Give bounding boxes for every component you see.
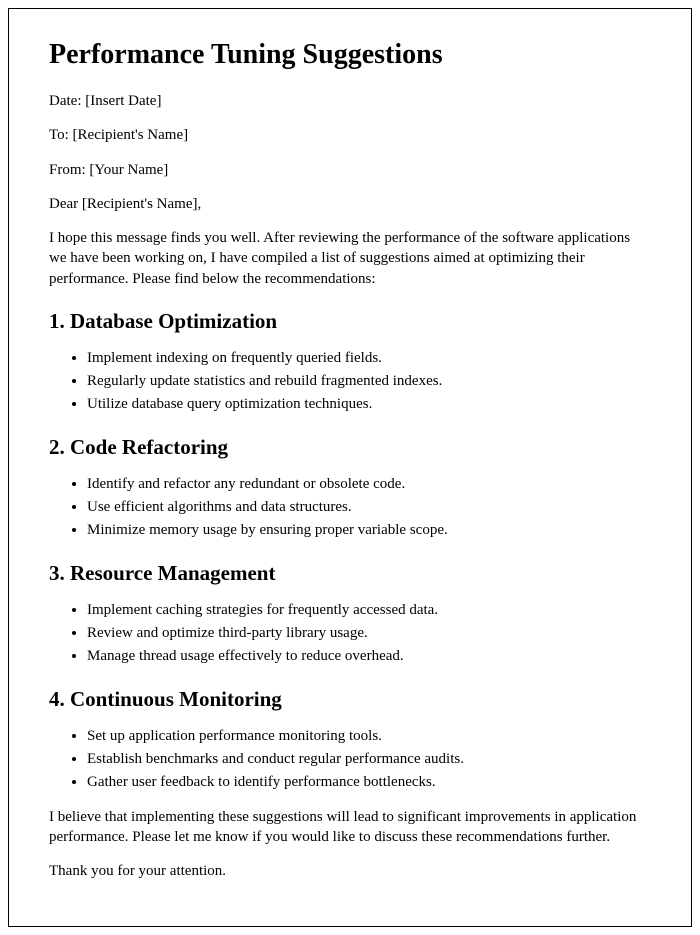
from-line: From: [Your Name]	[49, 160, 651, 180]
list-item: Utilize database query optimization tech…	[87, 394, 651, 415]
section-list: Implement indexing on frequently queried…	[87, 348, 651, 415]
list-item: Use efficient algorithms and data struct…	[87, 497, 651, 518]
list-item: Implement caching strategies for frequen…	[87, 600, 651, 621]
section-heading: 4. Continuous Monitoring	[49, 687, 651, 712]
list-item: Establish benchmarks and conduct regular…	[87, 749, 651, 770]
section-list: Set up application performance monitorin…	[87, 726, 651, 793]
section-heading: 3. Resource Management	[49, 561, 651, 586]
date-line: Date: [Insert Date]	[49, 91, 651, 111]
to-line: To: [Recipient's Name]	[49, 125, 651, 145]
list-item: Regularly update statistics and rebuild …	[87, 371, 651, 392]
thanks-line: Thank you for your attention.	[49, 861, 651, 881]
list-item: Minimize memory usage by ensuring proper…	[87, 520, 651, 541]
section-heading: 2. Code Refactoring	[49, 435, 651, 460]
list-item: Review and optimize third-party library …	[87, 623, 651, 644]
section-list: Implement caching strategies for frequen…	[87, 600, 651, 667]
intro-paragraph: I hope this message finds you well. Afte…	[49, 228, 651, 289]
list-item: Gather user feedback to identify perform…	[87, 772, 651, 793]
document-page: Performance Tuning Suggestions Date: [In…	[8, 8, 692, 927]
list-item: Implement indexing on frequently queried…	[87, 348, 651, 369]
list-item: Set up application performance monitorin…	[87, 726, 651, 747]
closing-paragraph: I believe that implementing these sugges…	[49, 807, 651, 848]
page-title: Performance Tuning Suggestions	[49, 39, 651, 71]
salutation: Dear [Recipient's Name],	[49, 194, 651, 214]
list-item: Manage thread usage effectively to reduc…	[87, 646, 651, 667]
section-heading: 1. Database Optimization	[49, 309, 651, 334]
list-item: Identify and refactor any redundant or o…	[87, 474, 651, 495]
section-list: Identify and refactor any redundant or o…	[87, 474, 651, 541]
